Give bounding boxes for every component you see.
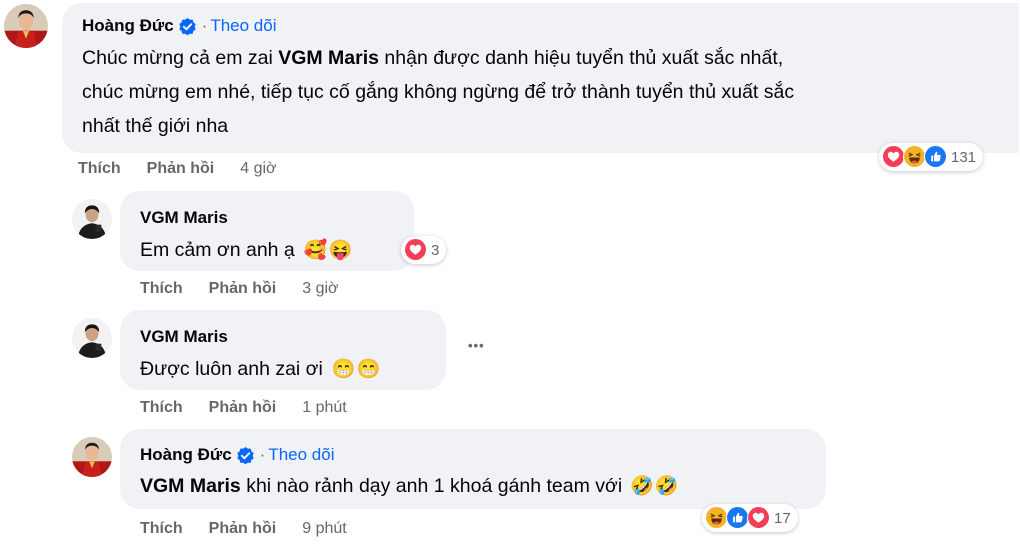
rolling-laughing-emoji: 🤣 [630, 476, 654, 497]
comment-bubble: VGM Maris Được luôn anh zai ơi 😁 😁 [120, 310, 446, 390]
comment-text-line: Chúc mừng cả em zai VGM Maris nhận được … [82, 47, 784, 69]
rolling-laughing-emoji: 🤣 [654, 476, 679, 497]
commenter-avatar[interactable] [72, 318, 112, 358]
reply-button[interactable]: Phản hồi [209, 399, 277, 417]
comment-text: Em cảm ơn anh ạ 🥰 😝 [140, 239, 353, 261]
love-reaction-icon [404, 238, 428, 262]
reaction-summary[interactable]: 131 [879, 143, 984, 171]
commenter-avatar[interactable] [4, 4, 48, 48]
like-button[interactable]: Thích [140, 399, 183, 417]
smiling-hearts-emoji: 🥰 [303, 240, 328, 261]
commenter-avatar[interactable] [72, 199, 112, 239]
comment-author-name[interactable]: VGM Maris [140, 327, 228, 347]
comment-author-name[interactable]: Hoàng Đức [82, 16, 174, 36]
verified-badge-icon [178, 17, 197, 36]
reaction-count: 17 [774, 509, 791, 527]
like-button[interactable]: Thích [140, 280, 183, 298]
separator-dot: · [259, 445, 266, 464]
mention-link[interactable]: VGM Maris [278, 47, 379, 69]
comment-actions: Thích Phản hồi 3 giờ [140, 280, 339, 298]
comment-actions: Thích Phản hồi 1 phút [140, 399, 347, 417]
verified-badge-icon [236, 446, 255, 465]
comment-text-line: chúc mừng em nhé, tiếp tục cố gắng không… [82, 81, 795, 103]
comment-text: Chúc mừng cả em zai VGM Maris nhận được … [82, 41, 1002, 143]
commenter-avatar[interactable] [72, 437, 112, 477]
squinting-tongue-emoji: 😝 [328, 240, 353, 261]
follow-button[interactable]: Theo dõi [210, 16, 276, 36]
mention-link[interactable]: VGM Maris [140, 469, 241, 503]
reaction-summary[interactable]: 3 [401, 236, 447, 264]
love-reaction-icon [747, 506, 771, 530]
separator-dot: · [201, 16, 208, 35]
comment-actions: Thích Phản hồi 9 phút [140, 520, 347, 538]
reaction-count: 131 [951, 148, 977, 166]
grinning-emoji: 😁 [331, 359, 356, 380]
like-button[interactable]: Thích [140, 520, 183, 538]
like-button[interactable]: Thích [78, 160, 121, 178]
follow-button[interactable]: Theo dõi [268, 445, 334, 465]
comment-text: Được luôn anh zai ơi 😁 😁 [140, 358, 381, 380]
comment-author-name[interactable]: Hoàng Đức [140, 445, 232, 465]
comment-bubble: VGM Maris Em cảm ơn anh ạ 🥰 😝 [120, 191, 414, 271]
comment-text-line: nhất thế giới nha [82, 115, 229, 137]
reaction-summary[interactable]: 17 [702, 504, 798, 532]
reply-button[interactable]: Phản hồi [209, 280, 277, 298]
comment-timestamp[interactable]: 4 giờ [240, 160, 276, 178]
more-options-button[interactable]: ••• [468, 338, 485, 353]
grinning-emoji: 😁 [356, 359, 381, 380]
comment-bubble: Hoàng Đức · Theo dõi Chúc mừng cả em zai… [62, 3, 1019, 153]
reply-button[interactable]: Phản hồi [209, 520, 277, 538]
comment-bubble: Hoàng Đức · Theo dõi VGM Maris khi nào r… [120, 429, 826, 509]
like-reaction-icon [924, 145, 948, 169]
comment-timestamp[interactable]: 3 giờ [302, 280, 338, 298]
comment-text: VGM Maris khi nào rảnh dạy anh 1 khoá gá… [140, 469, 679, 503]
comment-timestamp[interactable]: 1 phút [302, 399, 346, 417]
comment-author-name[interactable]: VGM Maris [140, 208, 228, 228]
comment-actions: Thích Phản hồi 4 giờ [78, 160, 277, 178]
comment-timestamp[interactable]: 9 phút [302, 520, 346, 538]
reply-button[interactable]: Phản hồi [147, 160, 215, 178]
reaction-count: 3 [431, 241, 440, 259]
